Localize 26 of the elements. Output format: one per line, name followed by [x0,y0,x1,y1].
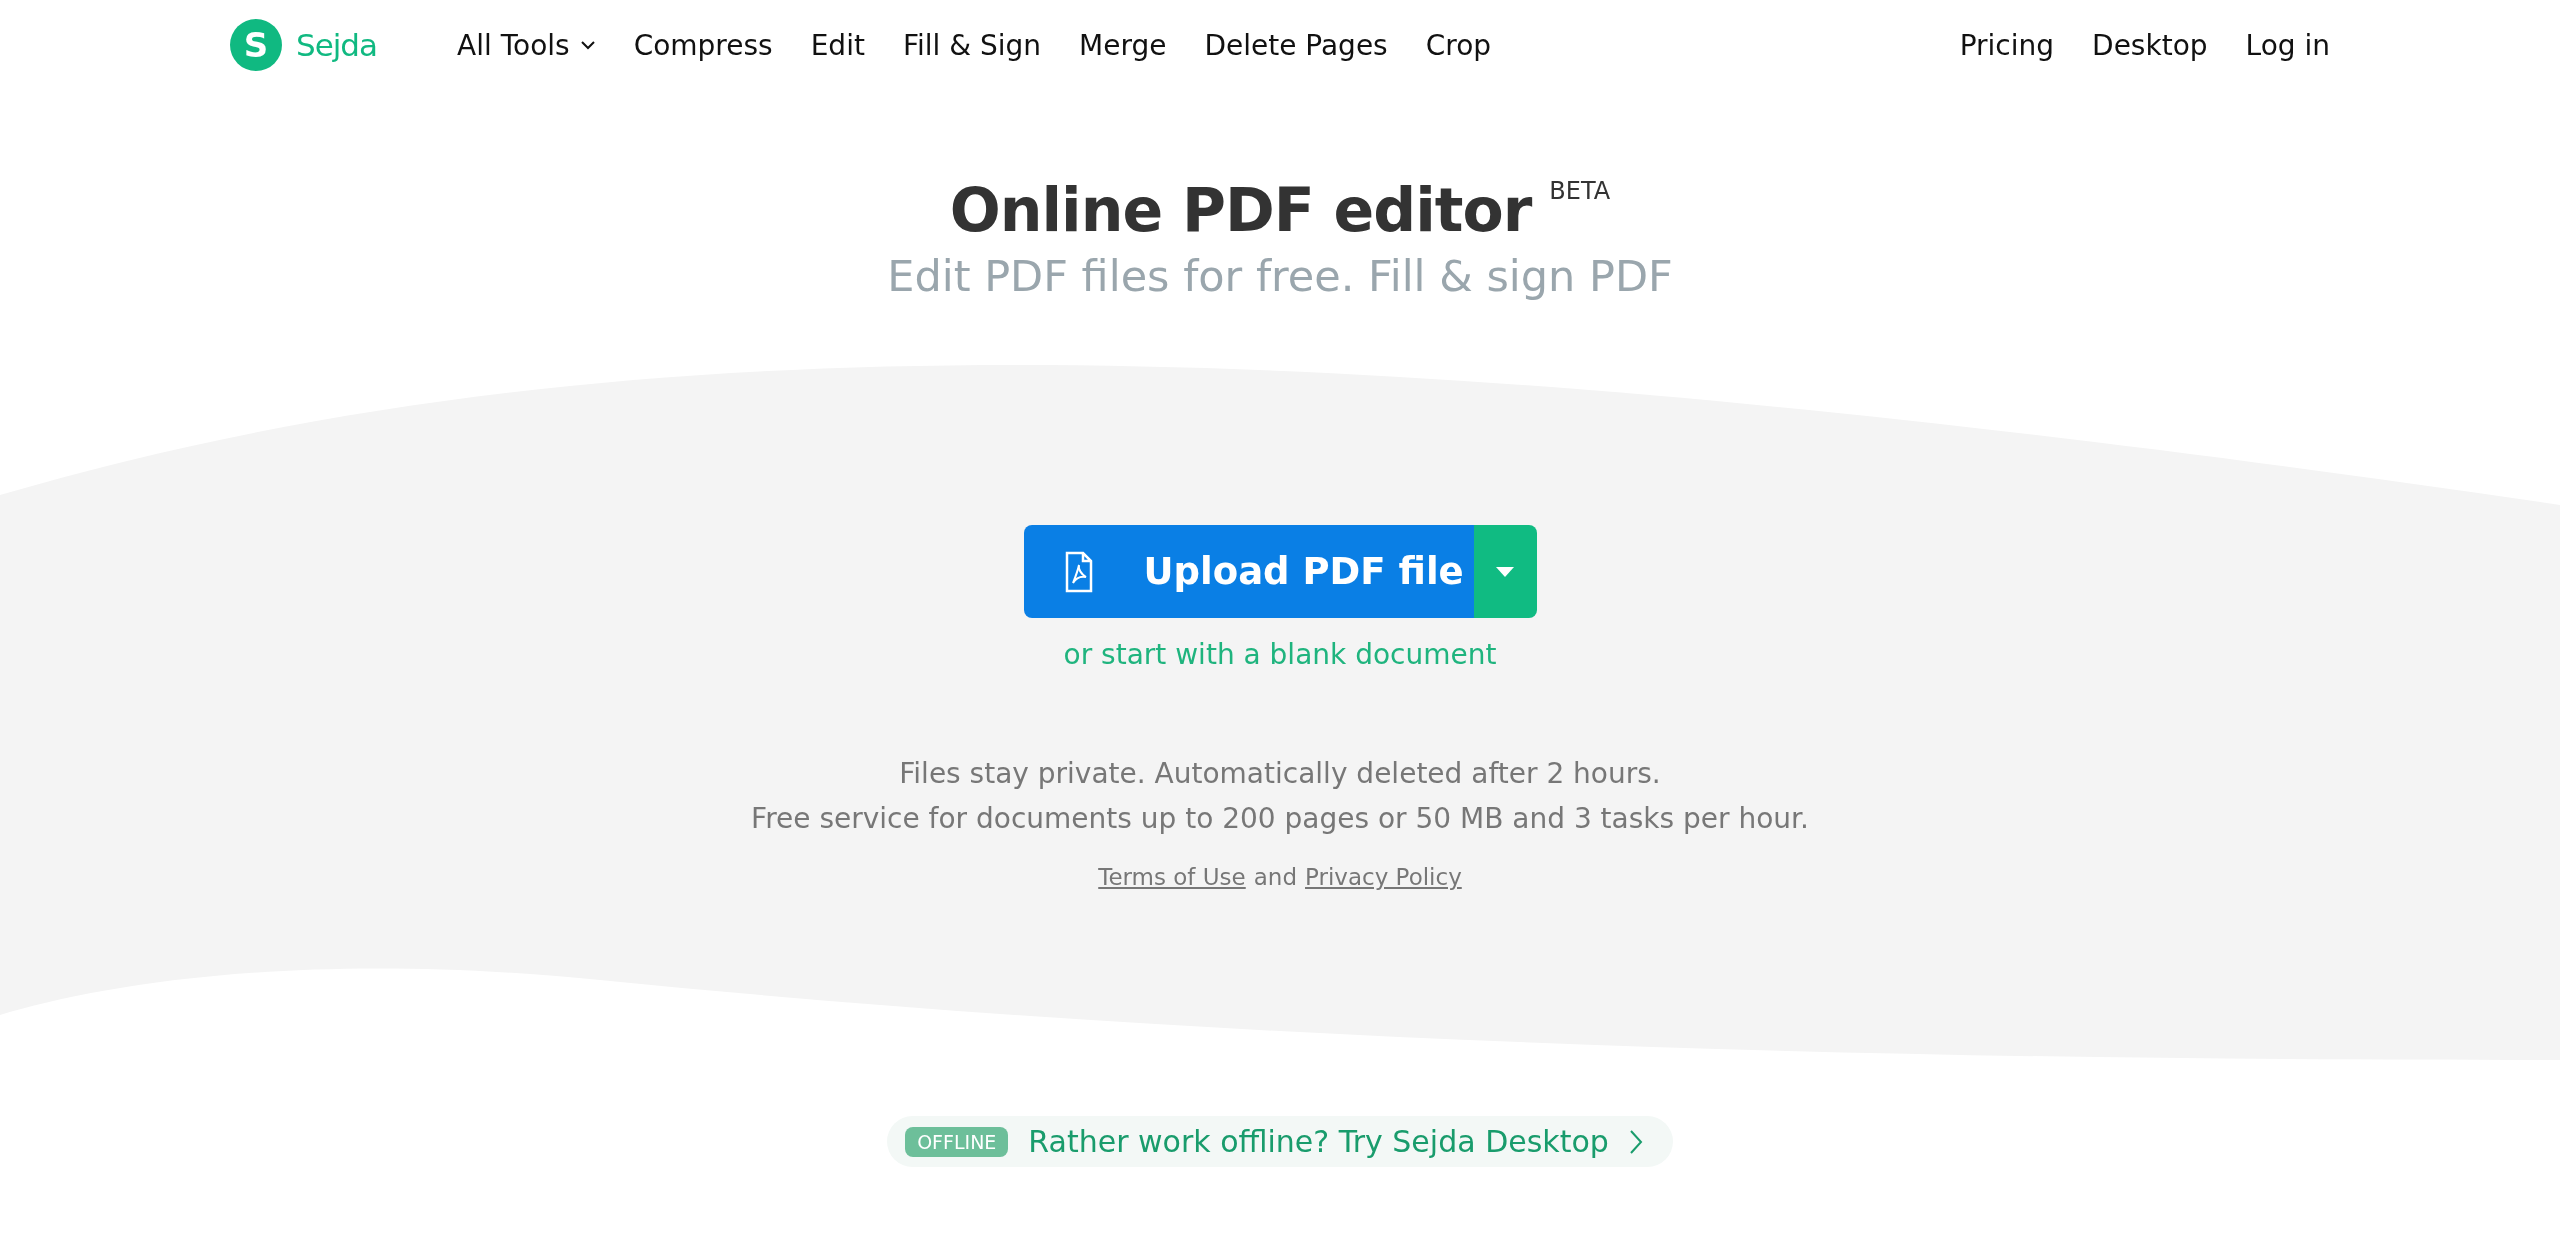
upload-button[interactable]: Upload PDF file [1023,525,1474,618]
nav-link[interactable]: Log in [2245,28,2330,62]
nav-link[interactable]: Edit [810,28,865,62]
caret-icon [1496,566,1514,577]
info-text: Files stay private. Automatically deleted after 2 hours. [899,757,1661,790]
page-subtitle: Edit PDF files for free. Fill & sign PDF [887,251,1673,301]
beta-label: BETA [1549,177,1611,205]
chevron-down-icon [579,40,596,50]
chevron-right-icon [1628,1128,1643,1155]
page-title: Online PDF editor [949,175,1532,245]
joiner-text: and [1253,864,1297,890]
terms-link[interactable]: Terms of Use [1098,864,1246,890]
dropdown-button[interactable] [1473,525,1537,618]
pdf-file-icon [1063,550,1094,593]
nav-link[interactable]: Crop [1425,28,1492,62]
nav-link[interactable]: Desktop [2092,28,2208,62]
nav-link[interactable]: Fill & Sign [902,28,1042,62]
offline-tag: OFFLINE [905,1126,1009,1157]
offline-text: Rather work offline? Try Sejda Desktop [1028,1124,1609,1159]
nav-link[interactable]: All Tools [457,28,596,62]
privacy-link[interactable]: Privacy Policy [1305,864,1462,890]
info-text: Free service for documents up to 200 pages or 50 MB and 3 tasks per hour. [751,802,1809,835]
nav-link[interactable]: Merge [1079,28,1167,62]
nav-link[interactable]: Delete Pages [1204,28,1388,62]
nav-link[interactable]: Compress [633,28,773,62]
nav-link[interactable]: Pricing [1959,28,2055,62]
